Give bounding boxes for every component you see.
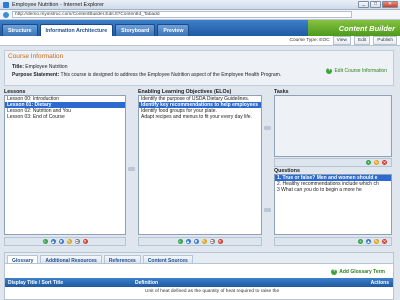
add-icon: + [326,67,333,74]
globe-icon [3,11,9,18]
delete-icon[interactable]: ✕ [382,239,387,244]
purpose-label: Purpose Statement: [12,72,60,78]
col-title-header[interactable]: Display Title / Sort Title [5,280,135,286]
sub-toolbar: Course Type: EOC View Edit Publish [0,36,400,46]
tab-information-architecture[interactable]: Information Architecture [39,24,114,36]
delete-icon[interactable]: ✕ [82,239,88,244]
splitter-handle[interactable] [128,167,135,171]
row-definition: Unit of heat defined as the quantity of … [145,289,280,294]
delete-icon[interactable]: ✕ [217,239,223,244]
lessons-list[interactable]: Lesson 00: Introduction Lesson 01: Dieta… [4,95,126,235]
add-icon: + [331,268,338,275]
col-actions-header: Actions [370,279,389,286]
add-icon[interactable]: + [42,239,48,244]
glossary-panel: Glossary Additional Resources References… [4,252,394,300]
add-icon[interactable]: + [358,239,363,244]
window-controls: _ □ ✕ [358,1,398,8]
url-field[interactable]: http://demo.myinstruc.com/ContentBuilder… [12,11,352,18]
app-title: Content Builder [308,20,400,36]
course-info-heading: Course Information [8,53,64,60]
copy-icon[interactable]: ⧉ [74,239,80,244]
ie-icon [3,1,9,8]
row-title [5,289,145,294]
edit-course-info-link[interactable]: + Edit Course Information [326,67,387,74]
delete-icon[interactable]: ✕ [382,160,387,165]
add-icon[interactable]: + [366,160,371,165]
copy-icon[interactable]: ⧉ [209,239,215,244]
tasks-toolbar: + ✎ ✕ [274,158,392,167]
edit-icon[interactable]: ✎ [374,160,379,165]
address-bar: http://demo.myinstruc.com/ContentBuilder… [0,10,400,20]
title-value: Employee Nutrition [25,64,68,70]
glossary-table-header: Display Title / Sort Title Definition Ac… [5,278,393,287]
tab-additional-resources[interactable]: Additional Resources [40,255,102,264]
tab-structure[interactable]: Structure [2,24,38,36]
question-item[interactable]: 3 What can you do to begin a more he [275,187,391,193]
purpose-value: This course is designed to address the E… [60,72,282,78]
lessons-toolbar: + ▲ ▼ ✎ ⧉ ✕ [4,237,126,246]
tab-references[interactable]: References [103,255,141,264]
publish-button[interactable]: Publish [373,36,397,45]
move-down-icon[interactable]: ▼ [193,239,199,244]
tab-glossary[interactable]: Glossary [7,255,39,264]
tab-preview[interactable]: Preview [157,24,190,36]
course-information-panel: Course Information Title: Employee Nutri… [4,50,394,86]
add-icon[interactable]: + [177,239,183,244]
edit-button[interactable]: Edit [353,36,371,45]
title-label: Title: [12,64,24,70]
add-glossary-term-link[interactable]: + Add Glossary Term [331,268,385,275]
window-title: Employee Nutrition - Internet Explorer [12,1,105,8]
table-row[interactable]: Unit of heat defined as the quantity of … [5,289,393,294]
move-up-icon[interactable]: ▲ [185,239,191,244]
window-title-bar: Employee Nutrition - Internet Explorer _… [0,0,400,10]
move-down-icon[interactable]: ▼ [58,239,64,244]
elos-toolbar: + ▲ ▼ ✎ ⧉ ✕ [138,237,262,246]
view-button[interactable]: View [332,36,351,45]
maximize-button[interactable]: □ [370,1,381,8]
tab-content-sources[interactable]: Content Sources [142,255,193,264]
lower-tabs: Glossary Additional Resources References… [5,253,393,264]
col-definition-header[interactable]: Definition [135,280,355,286]
edit-course-info-label: Edit Course Information [334,68,387,74]
elos-list[interactable]: Identify the purpose of USDA Dietary Gui… [138,95,262,235]
edit-icon[interactable]: ✎ [66,239,72,244]
lesson-item[interactable]: Lesson 03: End of Course [5,114,125,120]
questions-toolbar: + ▲ ✎ ✕ [274,237,392,246]
add-glossary-term-label: Add Glossary Term [339,269,385,275]
minimize-button[interactable]: _ [358,1,369,8]
tab-storyboard[interactable]: Storyboard [115,24,156,36]
elo-item[interactable]: Adapt recipes and menus to fit your ever… [139,114,261,120]
move-up-icon[interactable]: ▲ [50,239,56,244]
move-up-icon[interactable]: ▲ [366,239,371,244]
edit-icon[interactable]: ✎ [201,239,207,244]
close-button[interactable]: ✕ [382,1,398,8]
questions-list[interactable]: 1. True or false? Men and women should e… [274,174,392,235]
course-type-label: Course Type: EOC [289,38,330,43]
splitter-handle[interactable] [264,208,271,212]
edit-icon[interactable]: ✎ [374,239,379,244]
tasks-list[interactable] [274,95,392,157]
splitter-handle[interactable] [264,126,271,130]
